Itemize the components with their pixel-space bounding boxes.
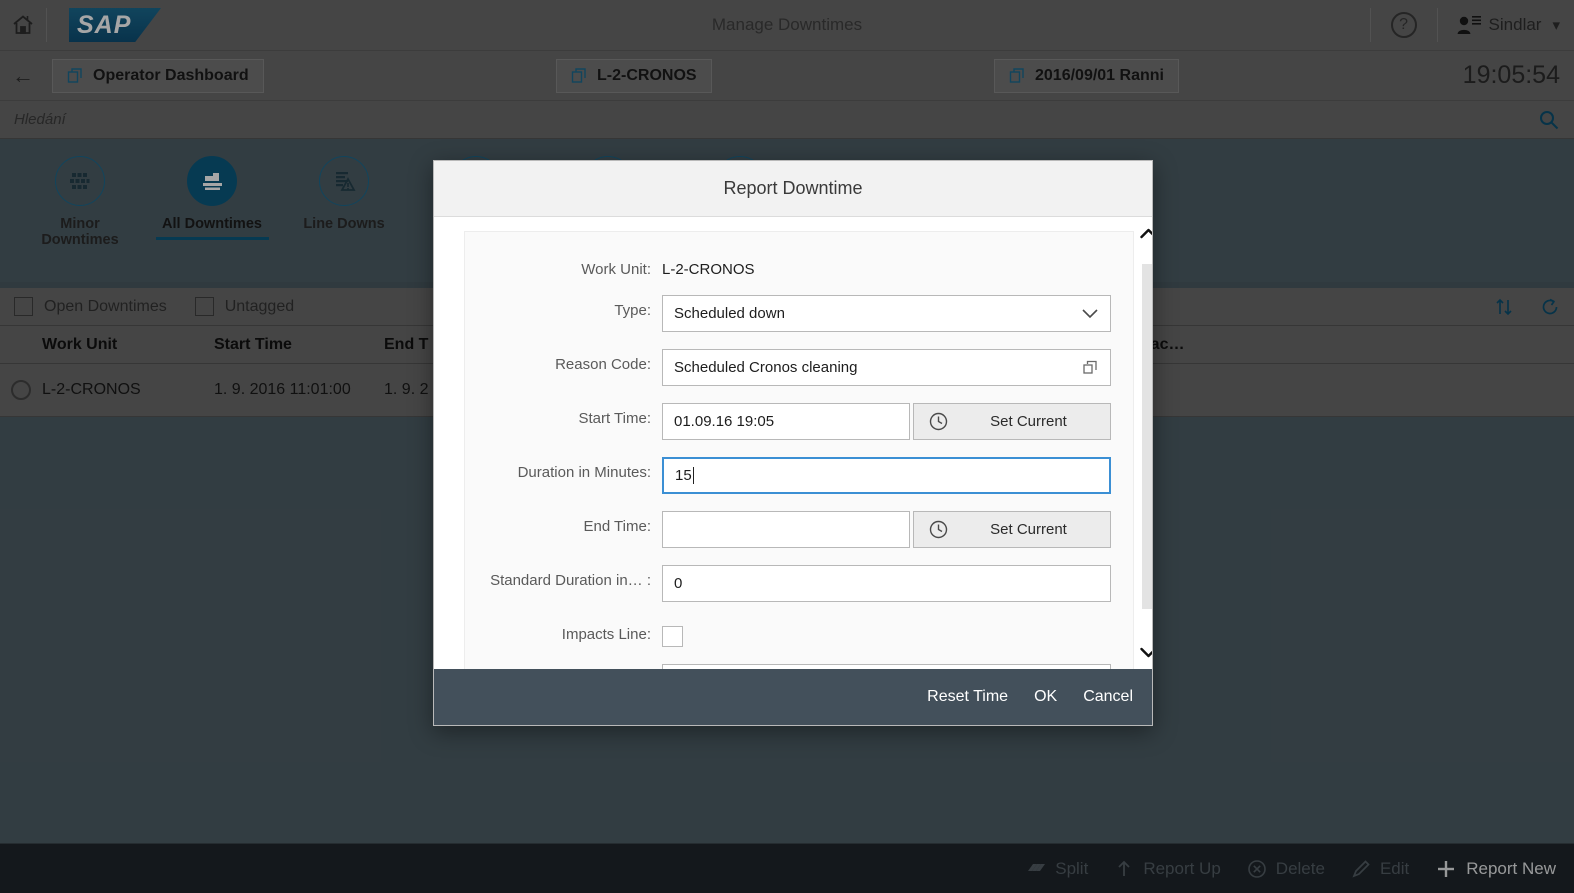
duration-value: 15: [675, 467, 692, 484]
set-current-label: Set Current: [990, 413, 1067, 430]
type-value: Scheduled down: [674, 305, 785, 322]
duration-input[interactable]: 15: [662, 457, 1111, 494]
ok-button[interactable]: OK: [1034, 688, 1057, 706]
chevron-up-icon[interactable]: [1139, 227, 1152, 240]
reason-code-input[interactable]: Scheduled Cronos cleaning: [662, 349, 1111, 386]
start-time-value: 01.09.16 19:05: [674, 413, 775, 430]
scrollbar-thumb[interactable]: [1141, 264, 1152, 609]
dialog-form: Work Unit: L-2-CRONOS Type: Scheduled do…: [434, 217, 1134, 669]
reason-code-label: Reason Code:: [555, 356, 651, 373]
field-impacts-line: Impacts Line:: [465, 619, 1111, 647]
standard-duration-label: Standard Duration in… :: [490, 572, 651, 589]
chevron-down-icon[interactable]: [1139, 646, 1152, 659]
clock-icon: [928, 519, 949, 540]
field-end-time: End Time: Set Current: [465, 511, 1111, 548]
work-unit-value: L-2-CRONOS: [662, 261, 755, 278]
form-card: Work Unit: L-2-CRONOS Type: Scheduled do…: [464, 231, 1134, 669]
text-cursor: [692, 467, 694, 484]
reset-time-button[interactable]: Reset Time: [927, 688, 1008, 706]
type-label: Type:: [614, 302, 651, 319]
scrollbar-track[interactable]: [1141, 248, 1152, 638]
standard-duration-value: 0: [674, 575, 683, 592]
impacts-line-checkbox[interactable]: [662, 626, 683, 647]
field-work-unit: Work Unit: L-2-CRONOS: [465, 254, 1111, 278]
end-time-label: End Time:: [583, 518, 651, 535]
dialog-body: Work Unit: L-2-CRONOS Type: Scheduled do…: [434, 217, 1152, 669]
field-standard-duration: Standard Duration in… : 0: [465, 565, 1111, 602]
comments-label: Comments:: [465, 664, 662, 669]
end-time-set-current-button[interactable]: Set Current: [913, 511, 1111, 548]
dialog-title: Report Downtime: [434, 161, 1152, 217]
field-type: Type: Scheduled down: [465, 295, 1111, 332]
field-comments: Comments:: [465, 664, 1111, 669]
start-time-input[interactable]: 01.09.16 19:05: [662, 403, 910, 440]
work-unit-label: Work Unit:: [581, 261, 651, 278]
clock-icon: [928, 411, 949, 432]
field-duration: Duration in Minutes: 15: [465, 457, 1111, 494]
dialog-footer: Reset Time OK Cancel: [434, 669, 1152, 725]
duration-label: Duration in Minutes:: [517, 464, 651, 481]
reason-code-value: Scheduled Cronos cleaning: [674, 359, 858, 376]
cancel-button[interactable]: Cancel: [1083, 688, 1133, 706]
end-time-input[interactable]: [662, 511, 910, 548]
report-downtime-dialog: Report Downtime Work Unit: L-2-CRONOS Ty…: [433, 160, 1153, 726]
comments-textarea[interactable]: [662, 664, 1111, 669]
dialog-scrollbar[interactable]: [1134, 217, 1152, 669]
chevron-down-icon: [1081, 308, 1099, 319]
value-help-icon[interactable]: [1082, 359, 1099, 376]
impacts-line-label: Impacts Line:: [561, 626, 651, 643]
start-time-label: Start Time:: [578, 410, 651, 427]
field-start-time: Start Time: 01.09.16 19:05 Set Current: [465, 403, 1111, 440]
type-select[interactable]: Scheduled down: [662, 295, 1111, 332]
field-reason-code: Reason Code: Scheduled Cronos cleaning: [465, 349, 1111, 386]
application-window: SAP Manage Downtimes ? Sindlar ▾ ← Opera…: [0, 0, 1574, 893]
set-current-label: Set Current: [990, 521, 1067, 538]
start-time-set-current-button[interactable]: Set Current: [913, 403, 1111, 440]
standard-duration-input[interactable]: 0: [662, 565, 1111, 602]
